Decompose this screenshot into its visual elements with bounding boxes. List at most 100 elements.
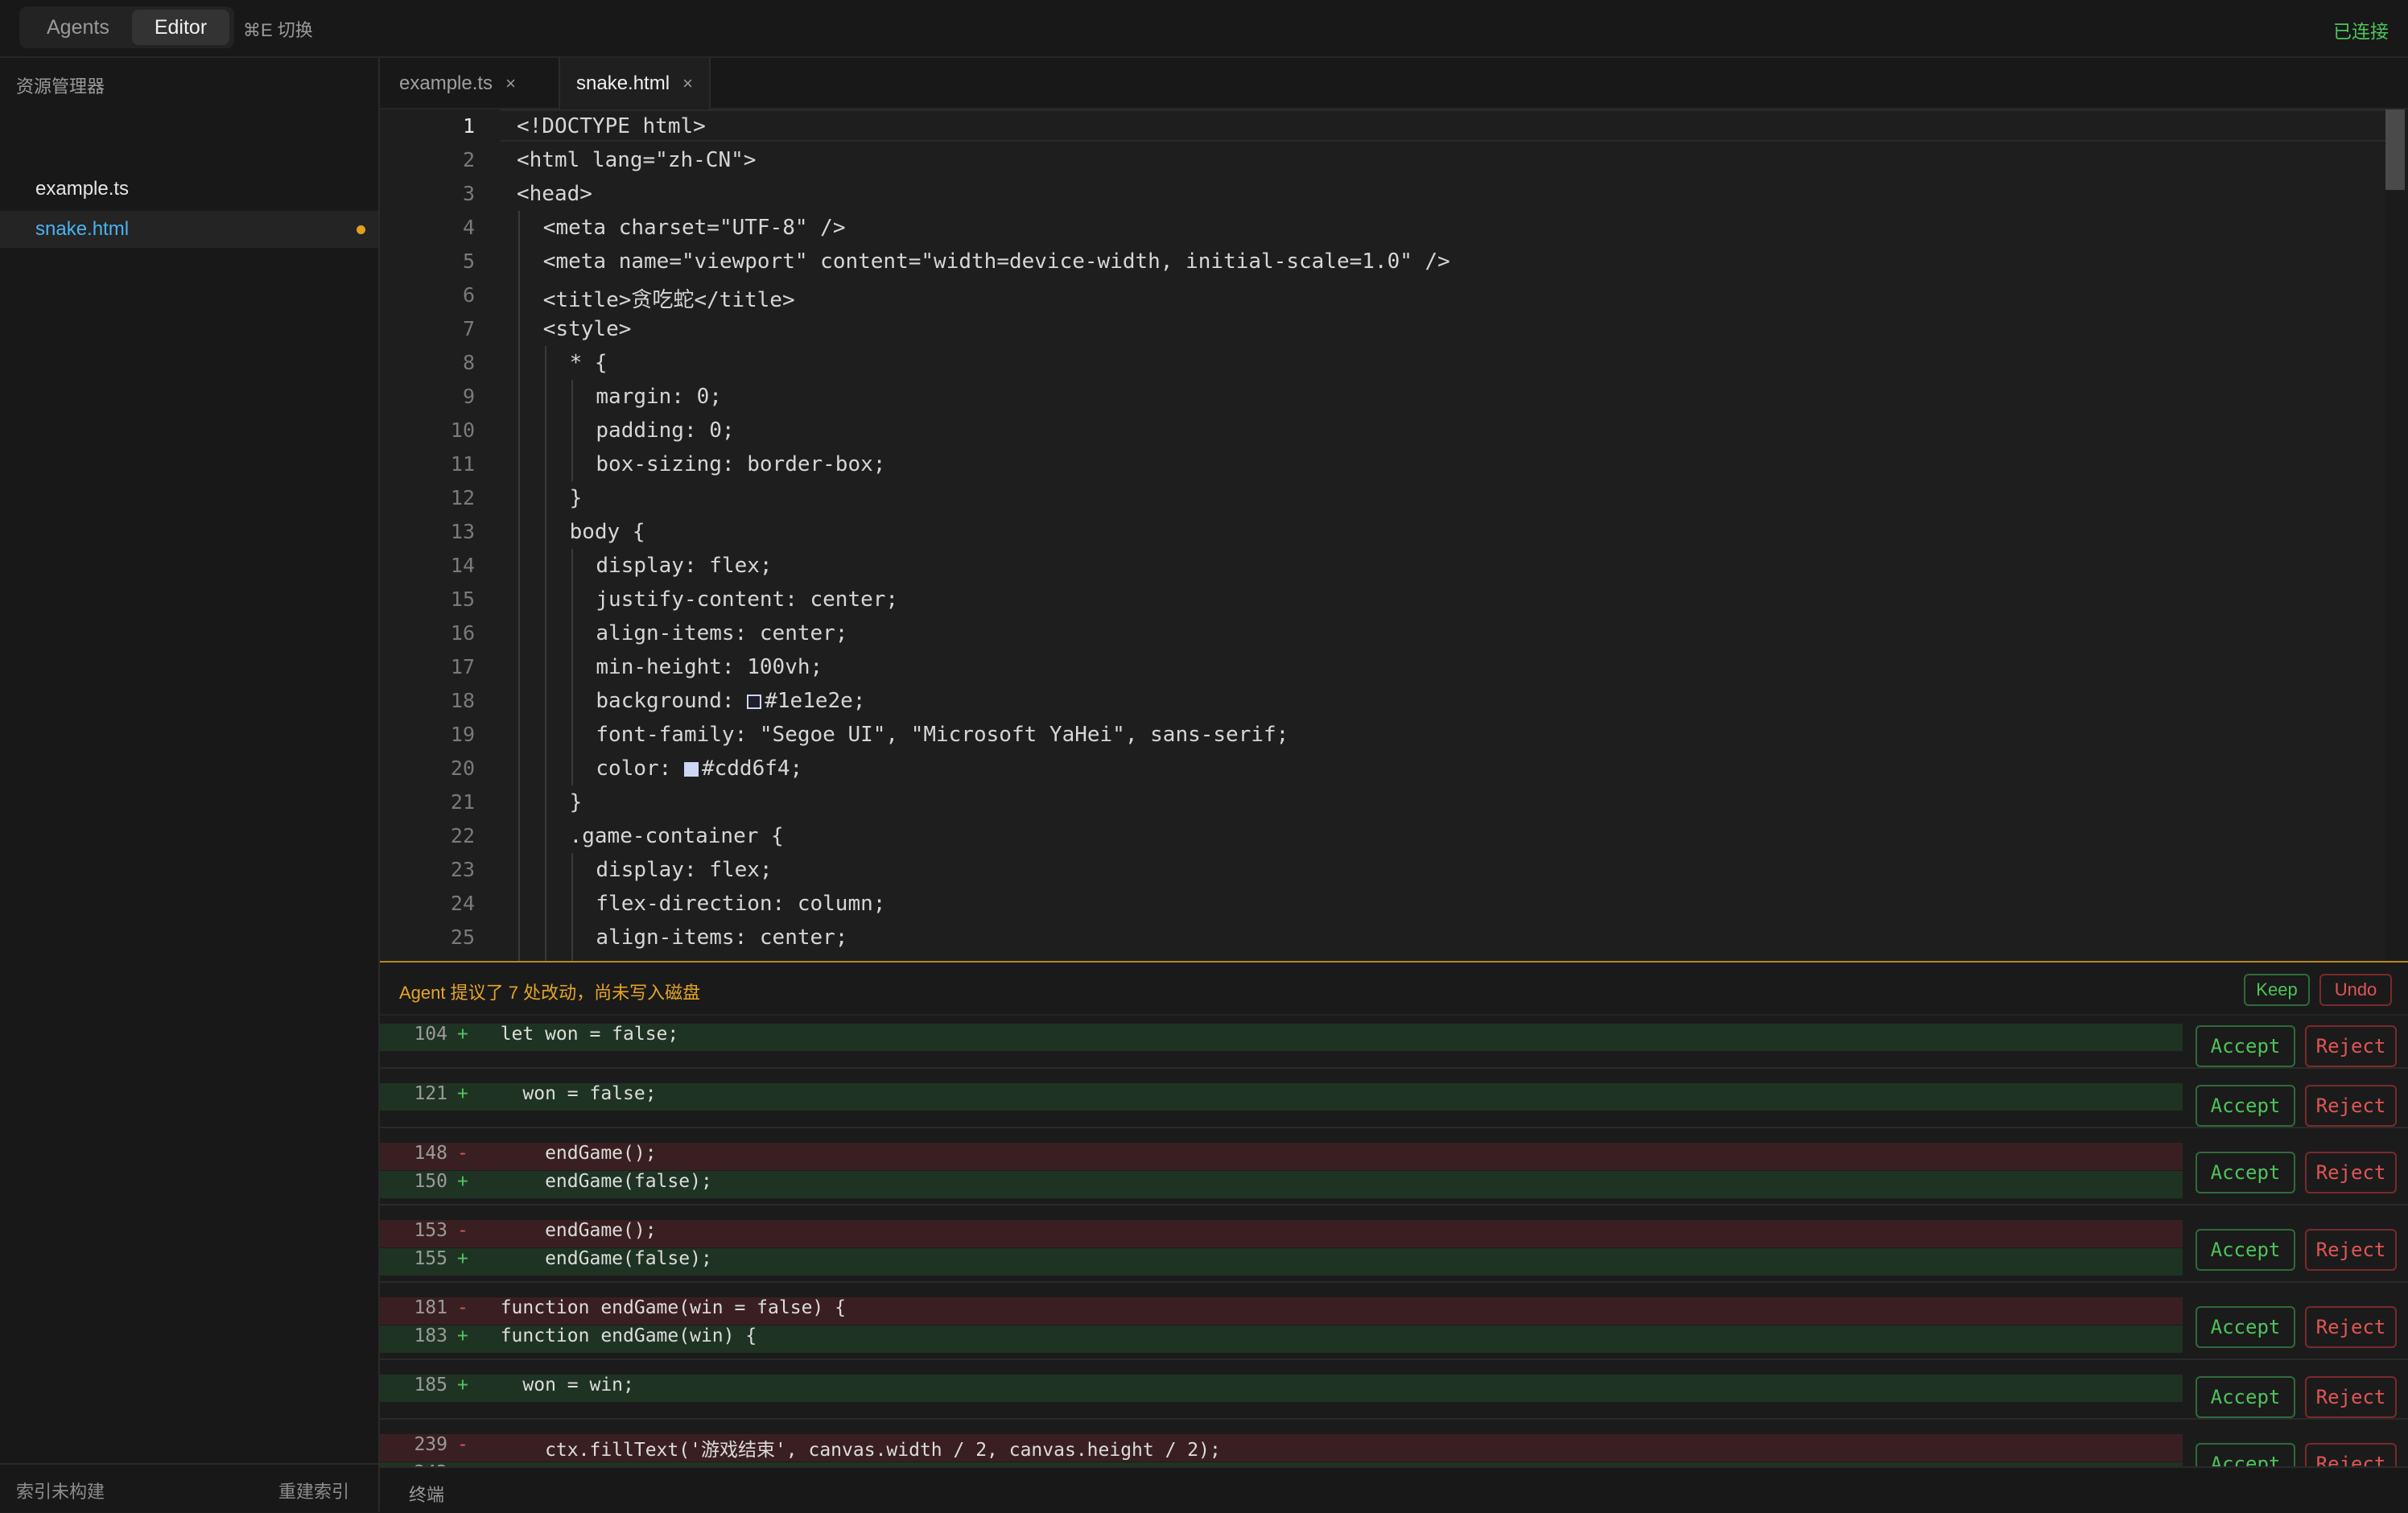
- indent-guide: [544, 718, 546, 752]
- code-line: <title>贪吃蛇</title>: [542, 288, 795, 312]
- diff-added-line: 183 + function endGame(win) {: [380, 1325, 2183, 1353]
- hunk-separator: [380, 1418, 2408, 1420]
- color-swatch[interactable]: [683, 762, 699, 777]
- code-line: margin: 0;: [596, 385, 722, 409]
- hunk-separator: [380, 1281, 2408, 1283]
- file-item-snake-html[interactable]: snake.html: [0, 211, 378, 248]
- line-number: 19: [450, 723, 475, 746]
- reject-change-button[interactable]: Reject: [2305, 1025, 2397, 1067]
- diff-sign: +: [457, 1248, 468, 1269]
- file-item-example-ts[interactable]: example.ts: [0, 171, 378, 208]
- accept-change-button[interactable]: Accept: [2196, 1085, 2295, 1127]
- accept-change-button[interactable]: Accept: [2196, 1025, 2295, 1067]
- indent-guide: [544, 616, 546, 650]
- line-number: 6: [462, 283, 475, 307]
- diff-added-line: 104 + let won = false;: [380, 1024, 2183, 1051]
- scrollbar-thumb[interactable]: [2385, 109, 2405, 190]
- line-number: 5: [462, 249, 475, 273]
- diff-line-number: 185: [414, 1375, 447, 1396]
- reject-change-button[interactable]: Reject: [2305, 1229, 2397, 1271]
- diff-sign: +: [457, 1171, 468, 1192]
- code-line: display: flex;: [596, 554, 773, 578]
- indent-guide: [571, 954, 573, 961]
- diff-added-line: 150 + endGame(false);: [380, 1171, 2183, 1198]
- indent-guide: [571, 718, 573, 752]
- diff-sign: +: [457, 1375, 468, 1396]
- line-number: 18: [450, 689, 475, 712]
- accept-change-button[interactable]: Accept: [2196, 1376, 2295, 1418]
- file-name: snake.html: [35, 218, 130, 240]
- indent-guide: [518, 684, 520, 718]
- agent-changes-message: Agent 提议了 7 处改动，尚未写入磁盘: [399, 983, 701, 1003]
- diff-code: endGame(false);: [478, 1171, 712, 1192]
- diff-code: endGame(false);: [478, 1248, 712, 1269]
- code-line: <meta name="viewport" content="width=dev…: [542, 249, 1450, 274]
- reject-change-button[interactable]: Reject: [2305, 1306, 2397, 1348]
- agents-mode-button[interactable]: Agents: [24, 10, 132, 45]
- indent-guide: [544, 414, 546, 447]
- indent-guide: [544, 785, 546, 819]
- diff-added-line: 155 + endGame(false);: [380, 1248, 2183, 1276]
- indent-guide: [518, 211, 520, 245]
- code-line: align-items: center;: [596, 926, 848, 950]
- terminal-panel[interactable]: 终端: [380, 1466, 2408, 1513]
- indent-guide: [518, 583, 520, 616]
- accept-change-button[interactable]: Accept: [2196, 1229, 2295, 1271]
- editor-scrollbar[interactable]: [2385, 109, 2408, 961]
- diff-line-number: 104: [414, 1024, 447, 1045]
- code-line: }: [569, 486, 583, 510]
- line-number: 13: [450, 520, 475, 543]
- diff-line-number: 183: [414, 1325, 447, 1346]
- tab-snake-html[interactable]: snake.html ×: [559, 58, 711, 109]
- modified-indicator: [357, 225, 365, 234]
- code-line: }: [569, 790, 583, 814]
- reject-change-button[interactable]: Reject: [2305, 1085, 2397, 1127]
- file-name: example.ts: [35, 178, 130, 200]
- color-swatch[interactable]: [747, 695, 762, 709]
- reject-change-button[interactable]: Reject: [2305, 1443, 2397, 1466]
- diff-removed-line: 181- function endGame(win = false) {: [380, 1297, 2183, 1325]
- reject-change-button[interactable]: Reject: [2305, 1152, 2397, 1193]
- reject-change-button[interactable]: Reject: [2305, 1376, 2397, 1418]
- code-line: box-sizing: border-box;: [596, 452, 886, 476]
- line-number: 20: [450, 756, 475, 780]
- line-number: 1: [462, 114, 475, 138]
- diff-added-line: 121 + won = false;: [380, 1083, 2183, 1111]
- accept-change-button[interactable]: Accept: [2196, 1443, 2295, 1466]
- indent-guide: [544, 447, 546, 481]
- indent-guide: [518, 718, 520, 752]
- indent-guide: [518, 447, 520, 481]
- indent-guide: [571, 853, 573, 887]
- editor-mode-button[interactable]: Editor: [131, 10, 230, 45]
- accept-change-button[interactable]: Accept: [2196, 1152, 2295, 1193]
- diff-sign: -: [457, 1143, 468, 1164]
- indent-guide: [571, 650, 573, 684]
- indent-guide: [518, 245, 520, 278]
- indent-guide: [518, 785, 520, 819]
- accept-change-button[interactable]: Accept: [2196, 1306, 2295, 1348]
- code-text: #1e1e2e;: [765, 689, 866, 713]
- indent-guide: [544, 954, 546, 961]
- indent-guide: [571, 616, 573, 650]
- code-editor[interactable]: 1 2 3 4 5 6 7 8 9 10 11 12 13 14 15 16 17 18 19 20 21 22 23 24 2…: [380, 109, 2408, 961]
- top-bar: Agents Editor ⌘E 切换 已连接: [0, 0, 2408, 58]
- indent-guide: [544, 921, 546, 954]
- tab-example-ts[interactable]: example.ts ×: [399, 58, 516, 109]
- line-number: 17: [450, 655, 475, 678]
- hunk-separator: [380, 1127, 2408, 1128]
- keep-all-button[interactable]: Keep: [2244, 974, 2310, 1006]
- close-icon[interactable]: ×: [682, 73, 693, 94]
- indent-guide: [518, 921, 520, 954]
- close-icon[interactable]: ×: [505, 73, 516, 94]
- diff-sign: +: [457, 1024, 468, 1045]
- diff-removed-line: 239- ctx.fillText('游戏结束', canvas.width /…: [380, 1434, 2183, 1461]
- diff-code: function endGame(win = false) {: [478, 1297, 846, 1318]
- line-number: 23: [450, 858, 475, 881]
- indent-guide: [571, 921, 573, 954]
- indent-guide: [571, 684, 573, 718]
- indent-guide: [518, 887, 520, 921]
- undo-all-button[interactable]: Undo: [2319, 974, 2392, 1006]
- tab-bar: example.ts × snake.html ×: [380, 58, 2408, 109]
- rebuild-index-button[interactable]: 重建索引: [278, 1478, 349, 1503]
- indent-guide: [518, 481, 520, 515]
